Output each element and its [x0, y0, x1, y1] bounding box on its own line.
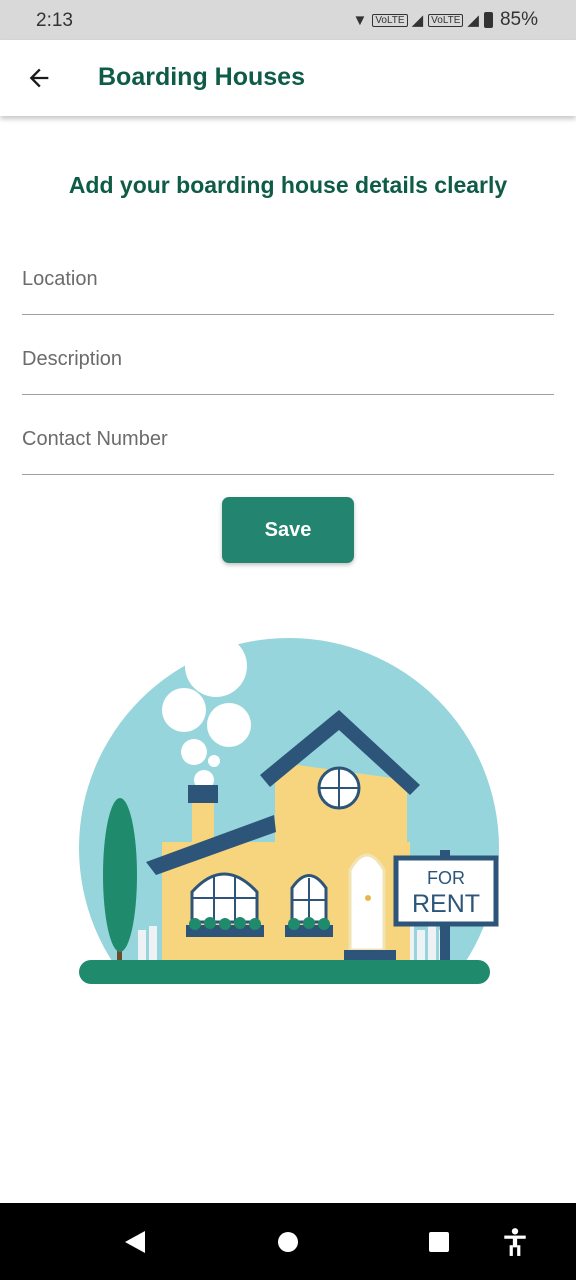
signal-icon-2: ◢	[467, 12, 480, 29]
nav-back-icon[interactable]	[125, 1231, 145, 1253]
page-title: Boarding Houses	[98, 63, 305, 91]
location-input[interactable]	[22, 268, 554, 291]
status-bar: 2:13 ▼ VoLTE ◢ VoLTE ◢ 85%	[0, 0, 576, 40]
contact-number-input[interactable]	[22, 428, 554, 451]
nav-recents-icon[interactable]	[429, 1232, 449, 1252]
app-bar: Boarding Houses	[0, 40, 576, 116]
form-heading: Add your boarding house details clearly	[68, 172, 508, 198]
back-button[interactable]	[22, 60, 56, 96]
sign-text-for: FOR	[427, 868, 465, 888]
signal-icon-1: ◢	[411, 12, 425, 29]
accessibility-icon[interactable]	[502, 1227, 528, 1257]
battery-icon	[483, 12, 493, 28]
save-button[interactable]: Save	[222, 497, 354, 563]
ground	[79, 960, 490, 984]
status-icons: ▼ VoLTE ◢ VoLTE ◢ 85%	[352, 9, 538, 31]
volte-badge-2: VoLTE	[428, 13, 464, 27]
description-input[interactable]	[22, 348, 554, 371]
system-nav-bar	[0, 1203, 576, 1280]
nav-home-icon[interactable]	[278, 1232, 298, 1252]
status-time: 2:13	[36, 10, 73, 31]
description-field[interactable]	[22, 334, 554, 395]
sign-text-rent: RENT	[412, 890, 480, 918]
location-field[interactable]	[22, 254, 554, 315]
house-for-rent-illustration: FOR RENT	[79, 635, 499, 984]
volte-badge-1: VoLTE	[372, 13, 408, 27]
wifi-icon: ▼	[352, 11, 369, 29]
battery-percentage: 85%	[499, 9, 538, 30]
contact-field[interactable]	[22, 414, 554, 475]
arrow-left-icon	[29, 68, 49, 88]
